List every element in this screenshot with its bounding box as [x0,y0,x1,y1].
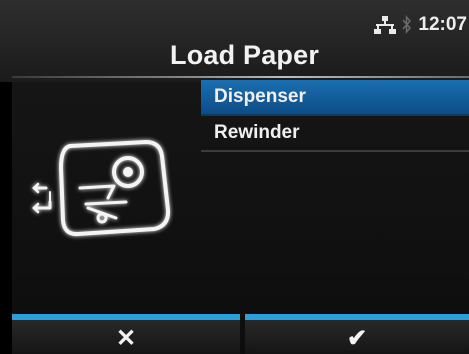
menu-item-label: Rewinder [214,122,300,143]
title-divider [12,76,469,78]
menu-item-dispenser[interactable]: Dispenser [201,80,469,116]
network-icon [374,14,397,36]
load-paper-illustration-icon [28,134,178,244]
page-title: Load Paper [170,40,320,70]
menu-item-label: Dispenser [214,86,306,107]
checkmark-icon: ✔ [346,325,368,352]
close-icon: ✕ [115,325,137,352]
softkey-bar: ✕ ✔ [0,314,469,354]
cancel-accent [12,314,240,320]
paper-load-menu: Dispenser Rewinder [201,80,469,152]
menu-item-rewinder[interactable]: Rewinder [201,116,469,152]
clock-time: 12:07 [418,14,467,35]
header: 12:07 Load Paper [0,0,469,82]
printer-screen: 12:07 Load Paper Dispenser Rewinder ✕ ✔ [0,0,469,354]
cancel-button[interactable]: ✕ [12,314,240,354]
confirm-button[interactable]: ✔ [245,314,469,354]
bluetooth-icon [402,14,412,36]
confirm-accent [245,314,469,320]
status-bar: 12:07 [374,14,467,36]
